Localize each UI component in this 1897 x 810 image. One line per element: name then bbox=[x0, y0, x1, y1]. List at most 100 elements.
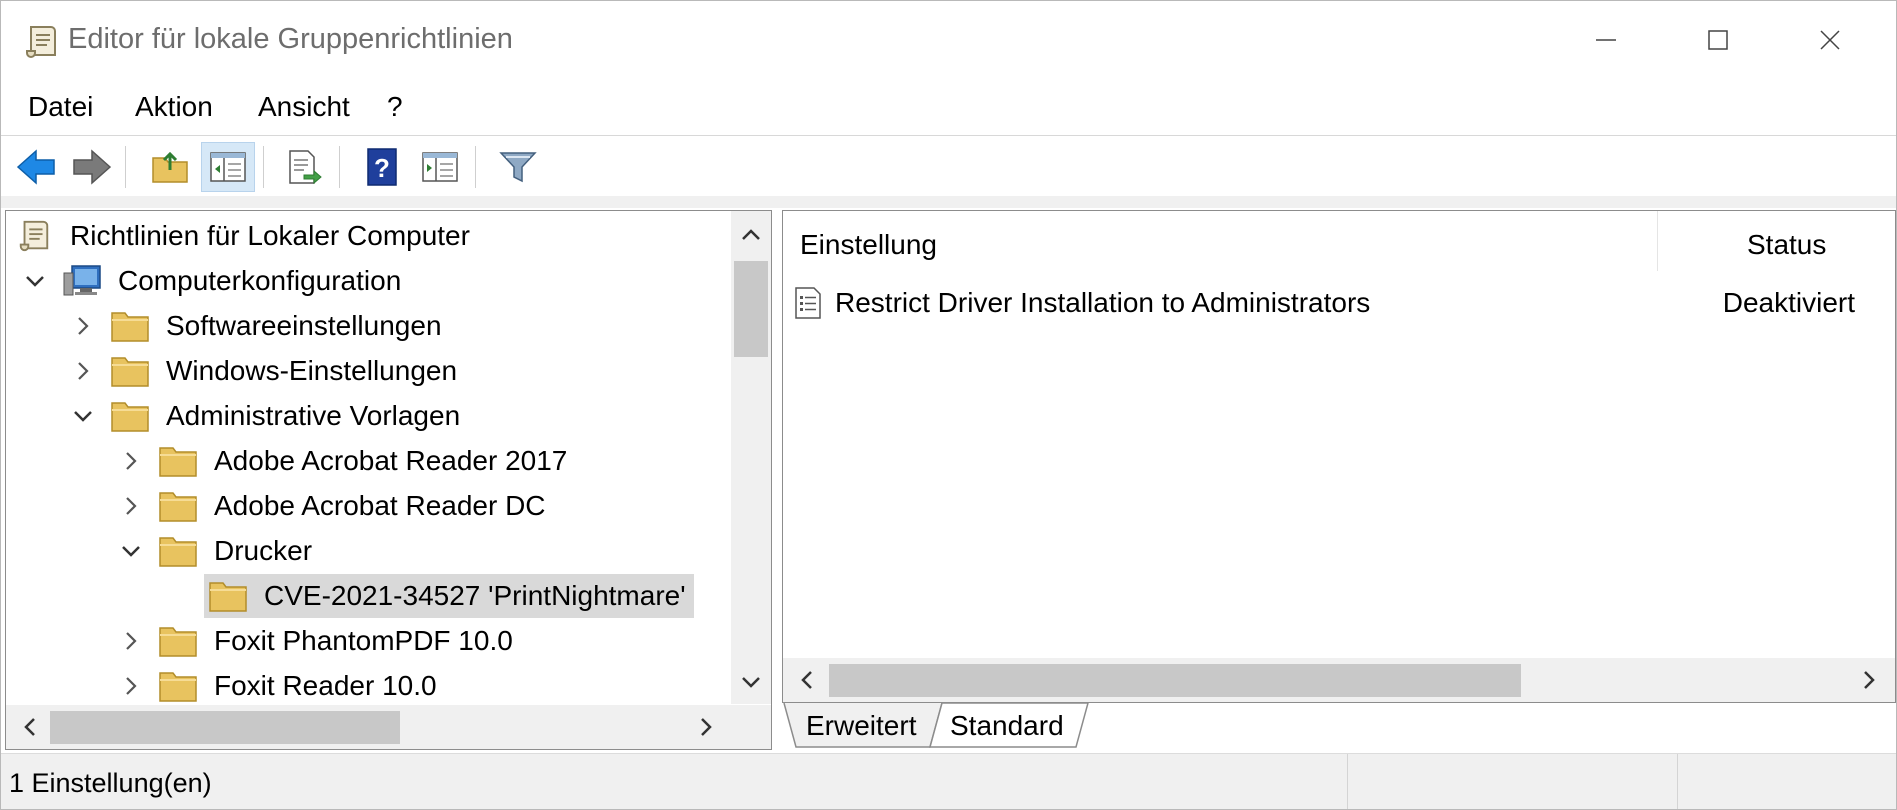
tree-item-printnightmare[interactable]: CVE-2021-34527 'PrintNightmare' bbox=[204, 574, 694, 618]
filter-icon bbox=[499, 152, 537, 183]
folder-icon bbox=[111, 312, 149, 342]
chevron-right-icon[interactable] bbox=[70, 313, 96, 339]
setting-status: Deaktiviert bbox=[1722, 287, 1855, 318]
chevron-down-icon[interactable] bbox=[22, 268, 48, 294]
policy-scroll-icon bbox=[19, 220, 49, 252]
tree-item-label: CVE-2021-34527 'PrintNightmare' bbox=[264, 580, 686, 611]
export-list-button[interactable] bbox=[277, 142, 331, 192]
tree-item-adobe-reader-dc[interactable]: Adobe Acrobat Reader DC bbox=[118, 484, 546, 528]
tree-item-label: Computerkonfiguration bbox=[118, 265, 402, 296]
chevron-right-icon[interactable] bbox=[70, 358, 96, 384]
tree-hscroll-thumb[interactable] bbox=[50, 711, 400, 744]
gpedit-window: Editor für lokale Gruppenrichtlinien Dat… bbox=[0, 0, 1897, 810]
menu-ansicht[interactable]: Ansicht bbox=[258, 91, 350, 123]
chevron-down-icon[interactable] bbox=[118, 538, 144, 564]
tree-item-label: Drucker bbox=[214, 535, 313, 566]
tree-item-label: Foxit PhantomPDF 10.0 bbox=[214, 625, 513, 656]
menu-bar: Datei Aktion Ansicht ? bbox=[1, 83, 1896, 136]
toolbar-separator bbox=[1, 196, 1896, 208]
tree-root[interactable]: Richtlinien für Lokaler Computer bbox=[14, 214, 470, 258]
minimize-button[interactable] bbox=[1550, 1, 1662, 79]
settings-list-pane: Einstellung Status Restrict Driver Insta… bbox=[782, 210, 1896, 703]
folder-icon bbox=[159, 537, 197, 567]
tree-item-adobe-reader-2017[interactable]: Adobe Acrobat Reader 2017 bbox=[118, 439, 567, 483]
folder-icon bbox=[159, 492, 197, 522]
scroll-up-icon[interactable] bbox=[731, 215, 771, 255]
toolbar: ? bbox=[1, 136, 1896, 196]
scroll-corner bbox=[731, 705, 771, 749]
policy-setting-icon bbox=[795, 287, 821, 319]
folder-icon bbox=[111, 357, 149, 387]
folder-icon bbox=[209, 582, 247, 612]
forward-button[interactable] bbox=[65, 142, 119, 192]
tree-item-drucker[interactable]: Drucker bbox=[118, 529, 312, 573]
close-button[interactable] bbox=[1774, 1, 1886, 79]
properties-pane-icon bbox=[422, 152, 458, 182]
scroll-left-icon[interactable] bbox=[787, 660, 827, 700]
help-icon: ? bbox=[367, 148, 397, 186]
tree-horizontal-scrollbar[interactable] bbox=[6, 705, 731, 749]
chevron-right-icon[interactable] bbox=[118, 493, 144, 519]
tree-item-foxit-reader[interactable]: Foxit Reader 10.0 bbox=[118, 664, 437, 708]
tree-item-windows-einstellungen[interactable]: Windows-Einstellungen bbox=[70, 349, 457, 393]
folder-icon bbox=[159, 447, 197, 477]
tree-vscroll-thumb[interactable] bbox=[734, 261, 768, 357]
tree-pane: Richtlinien für Lokaler Computer Compute… bbox=[5, 210, 772, 750]
tree-item-label: Windows-Einstellungen bbox=[166, 355, 458, 386]
tree-item-label: Adobe Acrobat Reader DC bbox=[214, 490, 546, 521]
menu-aktion[interactable]: Aktion bbox=[135, 91, 213, 123]
scroll-left-icon[interactable] bbox=[10, 707, 50, 747]
computer-icon bbox=[63, 265, 101, 296]
window-title: Editor für lokale Gruppenrichtlinien bbox=[68, 23, 513, 55]
chevron-right-icon[interactable] bbox=[118, 448, 144, 474]
tree-item-administrative-vorlagen[interactable]: Administrative Vorlagen bbox=[70, 394, 460, 438]
chevron-right-icon[interactable] bbox=[118, 628, 144, 654]
show-hide-tree-icon bbox=[210, 152, 246, 182]
up-level-button[interactable] bbox=[143, 142, 197, 192]
view-tabs: Erweitert Standard bbox=[782, 703, 1896, 751]
tab-erweitert[interactable]: Erweitert bbox=[806, 703, 916, 749]
tree-item-softwareeinstellungen[interactable]: Softwareeinstellungen bbox=[70, 304, 442, 348]
show-hide-tree-button[interactable] bbox=[201, 142, 255, 192]
list-item[interactable]: Restrict Driver Installation to Administ… bbox=[793, 279, 1883, 327]
close-icon bbox=[1820, 30, 1840, 50]
scroll-right-icon[interactable] bbox=[1849, 660, 1889, 700]
tree-item-computerkonfiguration[interactable]: Computerkonfiguration bbox=[22, 259, 401, 303]
svg-text:?: ? bbox=[374, 153, 390, 183]
help-button[interactable]: ? bbox=[355, 142, 409, 192]
tree-item-label: Softwareeinstellungen bbox=[166, 310, 442, 341]
maximize-button[interactable] bbox=[1662, 1, 1774, 79]
folder-icon bbox=[159, 627, 197, 657]
scroll-right-icon[interactable] bbox=[686, 707, 726, 747]
filter-button[interactable] bbox=[491, 142, 545, 192]
back-arrow-icon bbox=[16, 149, 55, 185]
setting-name: Restrict Driver Installation to Administ… bbox=[835, 287, 1371, 318]
menu-datei[interactable]: Datei bbox=[28, 91, 93, 123]
chevron-right-icon[interactable] bbox=[118, 673, 144, 699]
tree-item-label: Administrative Vorlagen bbox=[166, 400, 461, 431]
status-text: 1 Einstellung(en) bbox=[9, 768, 212, 798]
menu-help[interactable]: ? bbox=[387, 91, 403, 123]
status-bar: 1 Einstellung(en) bbox=[1, 753, 1896, 809]
tree-item-foxit-phantompdf[interactable]: Foxit PhantomPDF 10.0 bbox=[118, 619, 513, 663]
chevron-down-icon[interactable] bbox=[70, 403, 96, 429]
column-header-einstellung[interactable]: Einstellung bbox=[800, 211, 1640, 279]
back-button[interactable] bbox=[9, 142, 63, 192]
maximize-icon bbox=[1708, 30, 1728, 50]
list-hscroll-thumb[interactable] bbox=[829, 664, 1521, 697]
title-bar: Editor für lokale Gruppenrichtlinien bbox=[1, 1, 1896, 79]
export-list-icon bbox=[289, 150, 322, 185]
tree-vertical-scrollbar[interactable] bbox=[731, 211, 771, 704]
forward-arrow-icon bbox=[73, 149, 112, 185]
tree-item-label: Foxit Reader 10.0 bbox=[214, 670, 437, 701]
folder-icon bbox=[111, 402, 149, 432]
tab-standard[interactable]: Standard bbox=[950, 703, 1064, 749]
properties-pane-button[interactable] bbox=[413, 142, 467, 192]
list-horizontal-scrollbar[interactable] bbox=[783, 658, 1895, 702]
tree-item-label: Adobe Acrobat Reader 2017 bbox=[214, 445, 568, 476]
scroll-down-icon[interactable] bbox=[731, 662, 771, 702]
up-folder-icon bbox=[152, 151, 188, 183]
column-separator[interactable] bbox=[1657, 211, 1658, 271]
column-header-status[interactable]: Status bbox=[1747, 211, 1826, 279]
tree-root-label: Richtlinien für Lokaler Computer bbox=[70, 220, 470, 251]
